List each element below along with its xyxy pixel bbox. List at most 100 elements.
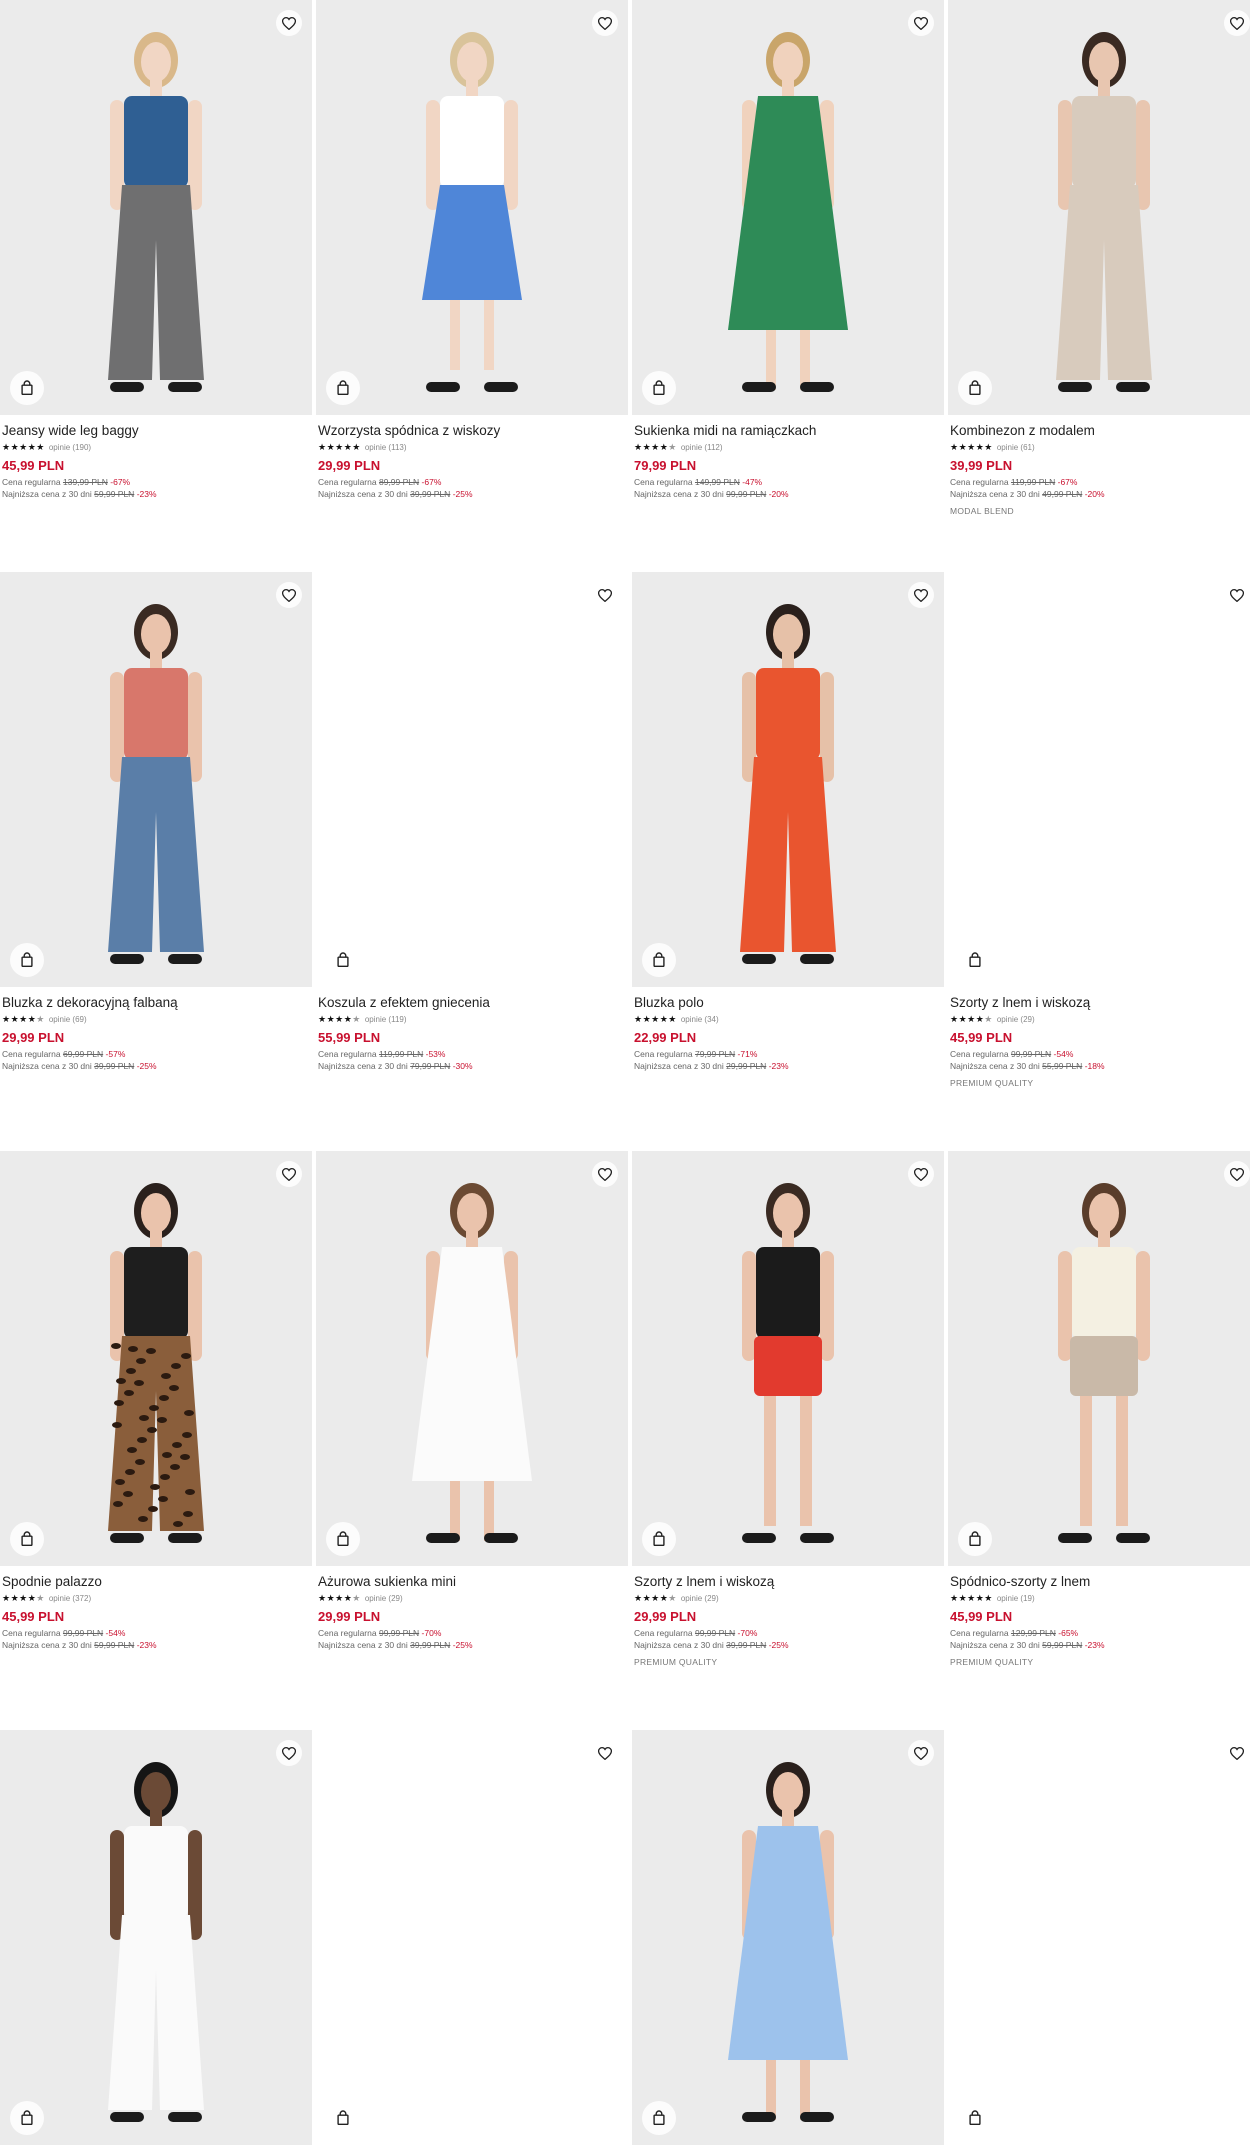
heart-icon[interactable] — [908, 582, 934, 608]
product-card[interactable]: Szorty z lnem i wiskozą ★★★★★ opinie (29… — [948, 572, 1250, 1088]
heart-icon[interactable] — [592, 1740, 618, 1766]
review-count[interactable]: opinie (29) — [997, 1015, 1035, 1024]
product-name[interactable]: Koszula z efektem gniecenia — [318, 995, 626, 1011]
product-image[interactable] — [948, 1151, 1250, 1566]
product-photo — [1058, 1183, 1150, 1543]
bag-icon[interactable] — [326, 943, 360, 977]
bag-icon[interactable] — [10, 1522, 44, 1556]
heart-icon[interactable] — [1224, 10, 1250, 36]
product-card[interactable] — [316, 1730, 628, 2145]
product-image[interactable] — [0, 572, 312, 987]
product-image[interactable] — [948, 1730, 1250, 2145]
bag-icon[interactable] — [326, 371, 360, 405]
product-image[interactable] — [632, 1151, 944, 1566]
product-image[interactable] — [948, 572, 1250, 987]
product-card[interactable] — [948, 1730, 1250, 2145]
bag-icon[interactable] — [958, 943, 992, 977]
review-count[interactable]: opinie (372) — [49, 1594, 91, 1603]
review-count[interactable]: opinie (119) — [365, 1015, 407, 1024]
review-count[interactable]: opinie (19) — [997, 1594, 1035, 1603]
bag-icon[interactable] — [642, 943, 676, 977]
product-name[interactable]: Szorty z lnem i wiskozą — [634, 1574, 942, 1590]
lowest-price: 29,99 PLN — [726, 1061, 767, 1071]
product-card[interactable]: Sukienka midi na ramiączkach ★★★★★ opini… — [632, 0, 944, 499]
heart-icon[interactable] — [592, 10, 618, 36]
product-card[interactable]: Spodnie palazzo ★★★★★ opinie (372) 45,99… — [0, 1151, 312, 1650]
review-count[interactable]: opinie (190) — [49, 443, 91, 452]
review-count[interactable]: opinie (29) — [681, 1594, 719, 1603]
product-card[interactable]: Bluzka polo ★★★★★ opinie (34) 22,99 PLN … — [632, 572, 944, 1071]
product-card[interactable]: Ażurowa sukienka mini ★★★★★ opinie (29) … — [316, 1151, 628, 1650]
bag-icon[interactable] — [10, 943, 44, 977]
review-count[interactable]: opinie (113) — [365, 443, 407, 452]
product-name[interactable]: Bluzka polo — [634, 995, 942, 1011]
bag-icon[interactable] — [642, 371, 676, 405]
product-card[interactable]: Kombinezon z modalem ★★★★★ opinie (61) 3… — [948, 0, 1250, 516]
heart-icon[interactable] — [276, 1740, 302, 1766]
heart-icon[interactable] — [908, 1740, 934, 1766]
lowest-price: 55,99 PLN — [1042, 1061, 1083, 1071]
product-name[interactable]: Kombinezon z modalem — [950, 423, 1250, 439]
product-card[interactable] — [0, 1730, 312, 2145]
heart-icon[interactable] — [908, 1161, 934, 1187]
review-count[interactable]: opinie (112) — [681, 443, 723, 452]
bag-icon[interactable] — [642, 1522, 676, 1556]
product-name[interactable]: Szorty z lnem i wiskozą — [950, 995, 1250, 1011]
product-image[interactable] — [316, 1730, 628, 2145]
product-price: 29,99 PLN — [318, 1609, 381, 1624]
review-count[interactable]: opinie (29) — [365, 1594, 403, 1603]
product-image[interactable] — [0, 0, 312, 415]
lowest-price: 39,99 PLN — [410, 1640, 451, 1650]
heart-icon[interactable] — [908, 10, 934, 36]
product-name[interactable]: Spodnie palazzo — [2, 1574, 310, 1590]
regular-price: 99,99 PLN — [694, 1628, 736, 1638]
product-card[interactable] — [632, 1730, 944, 2145]
product-rating: ★★★★★ opinie (372) — [2, 1592, 310, 1604]
product-name[interactable]: Sukienka midi na ramiączkach — [634, 423, 942, 439]
product-image[interactable] — [316, 572, 628, 987]
product-image[interactable] — [0, 1730, 312, 2145]
product-card[interactable]: Szorty z lnem i wiskozą ★★★★★ opinie (29… — [632, 1151, 944, 1667]
bag-icon[interactable] — [958, 371, 992, 405]
product-name[interactable]: Spódnico-szorty z lnem — [950, 1574, 1250, 1590]
bag-icon[interactable] — [326, 2101, 360, 2135]
product-image[interactable] — [948, 0, 1250, 415]
product-rating: ★★★★★ opinie (34) — [634, 1013, 942, 1025]
product-image[interactable] — [632, 572, 944, 987]
lowest-price-line: Najniższa cena z 30 dni 39,99 PLN -25% — [318, 1640, 626, 1650]
heart-icon[interactable] — [276, 1161, 302, 1187]
heart-icon[interactable] — [276, 10, 302, 36]
lowest-discount: -25% — [452, 1640, 473, 1650]
product-image[interactable] — [0, 1151, 312, 1566]
bag-icon[interactable] — [326, 1522, 360, 1556]
product-rating: ★★★★★ opinie (119) — [318, 1013, 626, 1025]
heart-icon[interactable] — [592, 582, 618, 608]
review-count[interactable]: opinie (69) — [49, 1015, 87, 1024]
product-image[interactable] — [632, 1730, 944, 2145]
heart-icon[interactable] — [1224, 1740, 1250, 1766]
bag-icon[interactable] — [958, 1522, 992, 1556]
regular-price: 149,99 PLN — [694, 477, 740, 487]
heart-icon[interactable] — [1224, 1161, 1250, 1187]
heart-icon[interactable] — [592, 1161, 618, 1187]
bag-icon[interactable] — [642, 2101, 676, 2135]
product-image[interactable] — [316, 1151, 628, 1566]
bag-icon[interactable] — [10, 371, 44, 405]
bag-icon[interactable] — [958, 2101, 992, 2135]
product-name[interactable]: Bluzka z dekoracyjną falbaną — [2, 995, 310, 1011]
heart-icon[interactable] — [276, 582, 302, 608]
review-count[interactable]: opinie (34) — [681, 1015, 719, 1024]
bag-icon[interactable] — [10, 2101, 44, 2135]
product-card[interactable]: Spódnico-szorty z lnem ★★★★★ opinie (19)… — [948, 1151, 1250, 1667]
product-image[interactable] — [632, 0, 944, 415]
product-name[interactable]: Ażurowa sukienka mini — [318, 1574, 626, 1590]
product-card[interactable]: Bluzka z dekoracyjną falbaną ★★★★★ opini… — [0, 572, 312, 1071]
product-card[interactable]: Koszula z efektem gniecenia ★★★★★ opinie… — [316, 572, 628, 1071]
product-name[interactable]: Wzorzysta spódnica z wiskozy — [318, 423, 626, 439]
product-card[interactable]: Wzorzysta spódnica z wiskozy ★★★★★ opini… — [316, 0, 628, 499]
product-card[interactable]: Jeansy wide leg baggy ★★★★★ opinie (190)… — [0, 0, 312, 499]
heart-icon[interactable] — [1224, 582, 1250, 608]
review-count[interactable]: opinie (61) — [997, 443, 1035, 452]
product-image[interactable] — [316, 0, 628, 415]
product-name[interactable]: Jeansy wide leg baggy — [2, 423, 310, 439]
